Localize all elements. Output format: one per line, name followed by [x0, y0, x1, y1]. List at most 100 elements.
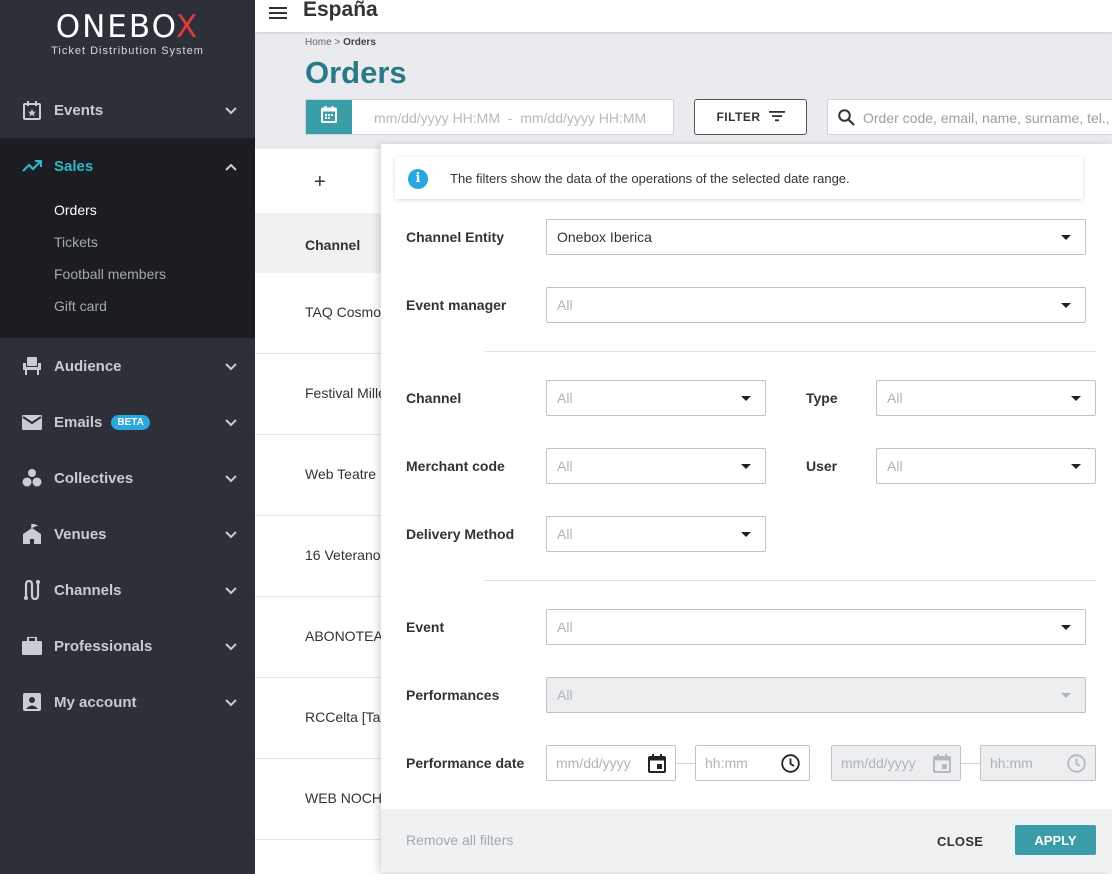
nav-channels[interactable]: Channels: [0, 562, 255, 618]
channel-label: Channel: [406, 390, 462, 406]
user-select[interactable]: All: [876, 448, 1096, 484]
event-manager-select[interactable]: All: [546, 287, 1086, 323]
chevron-down-icon: [225, 526, 237, 544]
group-icon: [22, 468, 42, 488]
search-icon: [838, 109, 855, 131]
event-manager-label: Event manager: [406, 297, 507, 313]
apply-button[interactable]: APPLY: [1015, 825, 1096, 855]
performance-date-from-input[interactable]: mm/dd/yyyy: [546, 745, 676, 781]
column-header-channel[interactable]: Channel: [305, 237, 360, 253]
account-box-icon: [22, 692, 42, 712]
table-row[interactable]: WEB NOCH: [305, 790, 382, 806]
nav-collectives-label: Collectives: [54, 469, 134, 487]
channel-entity-select[interactable]: Onebox Iberica: [546, 219, 1086, 255]
nav-sales[interactable]: Sales: [0, 138, 255, 194]
performance-time-from-input[interactable]: hh:mm: [695, 745, 810, 781]
caret-down-icon: [741, 532, 751, 537]
nav-audience-label: Audience: [54, 357, 122, 375]
date-range-button[interactable]: [306, 100, 352, 134]
apply-button-label: APPLY: [1034, 832, 1077, 848]
route-icon: [22, 580, 42, 600]
user-label: User: [806, 458, 838, 474]
date-range-placeholder: mm/dd/yyyy HH:MM - mm/dd/yyyy HH:MM: [374, 110, 647, 126]
time-from-placeholder: hh:mm: [705, 755, 748, 771]
caret-down-icon: [741, 464, 751, 469]
briefcase-icon: [22, 636, 42, 656]
nav-audience[interactable]: Audience: [0, 338, 255, 394]
channel-value: All: [557, 390, 573, 406]
calendar-icon: [321, 106, 337, 128]
merchant-code-label: Merchant code: [406, 458, 505, 474]
filter-list-icon: [761, 110, 785, 125]
nav-venues[interactable]: Venues: [0, 506, 255, 562]
table-row[interactable]: RCCelta [Tac: [305, 709, 382, 725]
calendar-icon[interactable]: [648, 754, 666, 778]
date-from-placeholder: mm/dd/yyyy: [556, 755, 631, 771]
date-range-input[interactable]: mm/dd/yyyy HH:MM - mm/dd/yyyy HH:MM: [305, 99, 674, 135]
nav-my-account[interactable]: My account: [0, 674, 255, 730]
chevron-down-icon: [225, 694, 237, 712]
info-text: The filters show the data of the operati…: [450, 171, 850, 186]
channel-select[interactable]: All: [546, 380, 766, 416]
caret-down-icon: [1061, 693, 1071, 698]
table-row[interactable]: ABONOTEA: [305, 628, 382, 644]
filter-button[interactable]: FILTER: [694, 99, 807, 135]
sidebar: ONEBOX Ticket Distribution System Events…: [0, 0, 255, 874]
merchant-code-select[interactable]: All: [546, 448, 766, 484]
type-select[interactable]: All: [876, 380, 1096, 416]
nav-emails[interactable]: Emails BETA: [0, 394, 255, 450]
type-value: All: [887, 390, 903, 406]
submenu-orders[interactable]: Orders: [54, 202, 97, 218]
caret-down-icon: [1071, 396, 1081, 401]
event-manager-value: All: [557, 297, 573, 313]
page-title: Orders: [305, 55, 407, 90]
breadcrumb-current: Orders: [343, 37, 376, 48]
submenu-football-members[interactable]: Football members: [54, 266, 166, 282]
close-button[interactable]: CLOSE: [937, 834, 983, 849]
delivery-method-select[interactable]: All: [546, 516, 766, 552]
envelope-icon: [22, 412, 42, 432]
menu-icon[interactable]: [269, 4, 287, 20]
performances-select: All: [546, 677, 1086, 713]
range-connector: [961, 763, 980, 764]
type-label: Type: [806, 390, 838, 406]
caret-down-icon: [1061, 235, 1071, 240]
table-row[interactable]: 16 Veterano: [305, 547, 382, 563]
date-to-placeholder: mm/dd/yyyy: [841, 755, 916, 771]
clock-icon[interactable]: [781, 754, 800, 778]
channel-entity-value: Onebox Iberica: [557, 229, 652, 245]
caret-down-icon: [1061, 625, 1071, 630]
calendar-star-icon: [22, 100, 42, 120]
theater-seat-icon: [22, 356, 42, 376]
merchant-code-value: All: [557, 458, 573, 474]
submenu-tickets[interactable]: Tickets: [54, 234, 98, 250]
delivery-method-label: Delivery Method: [406, 526, 515, 542]
chevron-down-icon: [225, 102, 237, 120]
add-order-button[interactable]: +: [314, 171, 326, 194]
performances-value: All: [557, 687, 573, 703]
nav-professionals[interactable]: Professionals: [0, 618, 255, 674]
performances-label: Performances: [406, 687, 500, 703]
chevron-down-icon: [225, 414, 237, 432]
submenu-gift-card[interactable]: Gift card: [54, 298, 107, 314]
nav-venues-label: Venues: [54, 525, 107, 543]
performance-date-to-input: mm/dd/yyyy: [831, 745, 961, 781]
table-row[interactable]: TAQ Cosmo: [305, 304, 382, 320]
breadcrumb-home[interactable]: Home: [305, 37, 332, 48]
table-row[interactable]: Web Teatre: [305, 466, 382, 482]
nav-emails-label: Emails: [54, 413, 103, 431]
sales-submenu: Orders Tickets Football members Gift car…: [0, 194, 255, 338]
info-icon: i: [408, 169, 428, 189]
nav-collectives[interactable]: Collectives: [0, 450, 255, 506]
delivery-method-value: All: [557, 526, 573, 542]
onebox-logo[interactable]: ONEBOX Ticket Distribution System: [0, 10, 255, 57]
event-select[interactable]: All: [546, 609, 1086, 645]
logo-text: ONEBO: [55, 9, 177, 45]
search-input[interactable]: Order code, email, name, surname, tel., …: [827, 99, 1112, 135]
nav-events[interactable]: Events: [0, 82, 255, 138]
chevron-up-icon: [225, 158, 237, 176]
table-row[interactable]: Festival Mille: [305, 385, 382, 401]
remove-all-filters-link[interactable]: Remove all filters: [406, 832, 513, 848]
logo-x: X: [176, 9, 200, 45]
trending-up-icon: [22, 156, 42, 176]
